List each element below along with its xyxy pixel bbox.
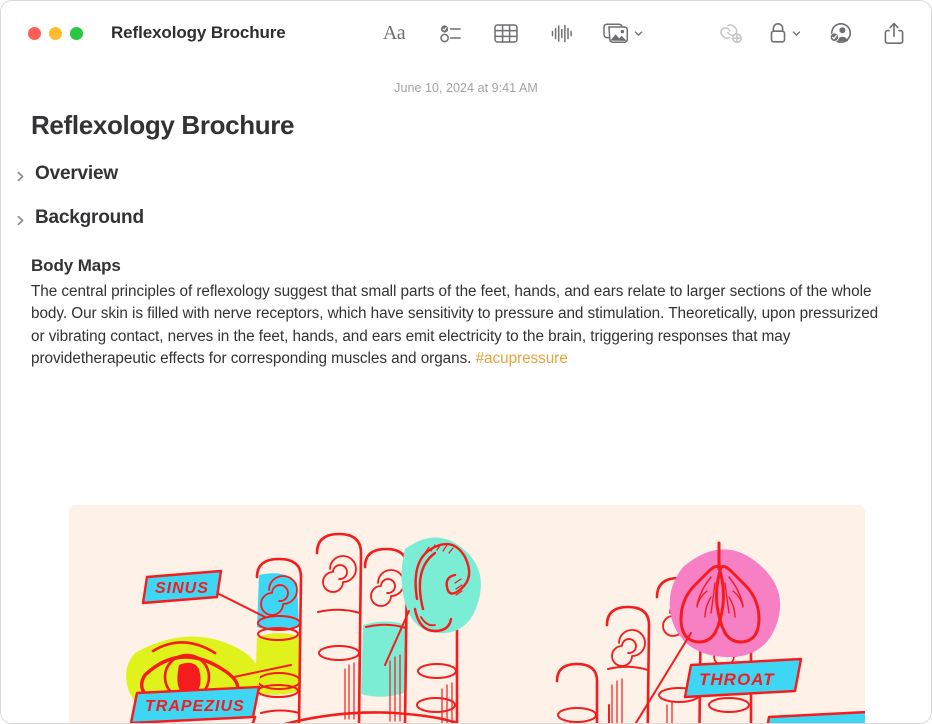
section-label: Overview [35, 163, 118, 184]
note-title: Reflexology Brochure [31, 110, 295, 140]
chevron-down-icon [634, 29, 643, 38]
body-maps-heading: Body Maps [31, 256, 121, 275]
checklist-icon [439, 24, 461, 43]
checklist-button[interactable] [435, 18, 465, 48]
collapsible-section-background[interactable]: Background [15, 207, 903, 229]
collapsible-section-overview[interactable]: Overview [15, 163, 903, 185]
lock-icon [769, 22, 787, 44]
format-button[interactable]: Aa [379, 18, 409, 48]
chevron-right-icon[interactable] [15, 213, 26, 225]
body-paragraph: The central principles of reflexology su… [31, 281, 881, 371]
chevron-right-icon[interactable] [15, 169, 26, 181]
note-date: June 10, 2024 at 9:41 AM [394, 81, 538, 95]
svg-text:SINUS: SINUS [155, 580, 209, 597]
add-link-button[interactable] [715, 18, 745, 48]
share-icon [884, 22, 904, 45]
hashtag-link[interactable]: #acupressure [476, 350, 568, 367]
note-content: June 10, 2024 at 9:41 AM Reflexology Bro… [1, 65, 931, 723]
hand-reflexology-image[interactable]: SINUS TRAPEZIUS THROAT PIT [69, 505, 865, 723]
body-text: The central principles of reflexology su… [31, 283, 879, 368]
link-add-icon [718, 22, 743, 44]
zoom-button[interactable] [70, 26, 83, 40]
share-button[interactable] [879, 18, 909, 48]
audio-waveform-icon [551, 23, 573, 44]
table-icon [494, 23, 518, 44]
section-label: Background [35, 207, 144, 228]
titlebar: Reflexology Brochure Aa [1, 1, 931, 65]
toolbar-right [715, 1, 909, 65]
chevron-down-icon [792, 29, 801, 38]
traffic-light-group [28, 26, 83, 40]
toolbar-center: Aa [379, 1, 643, 65]
collaborate-icon [828, 22, 853, 44]
record-audio-button[interactable] [547, 18, 577, 48]
label-sinus: SINUS [141, 569, 223, 605]
format-icon: Aa [382, 21, 406, 44]
minimize-button[interactable] [49, 26, 62, 40]
svg-text:THROAT: THROAT [699, 670, 775, 689]
media-icon [603, 22, 629, 44]
lock-note-button[interactable] [769, 18, 801, 48]
collaborate-button[interactable] [825, 18, 855, 48]
notes-window: Reflexology Brochure Aa June 10, 2024 at… [0, 0, 932, 724]
close-button[interactable] [28, 26, 41, 40]
table-button[interactable] [491, 18, 521, 48]
label-throat: THROAT [683, 657, 803, 699]
media-button[interactable] [603, 18, 643, 48]
window-title: Reflexology Brochure [111, 23, 286, 42]
label-trapezius: TRAPEZIUS [129, 685, 261, 723]
svg-text:TRAPEZIUS: TRAPEZIUS [145, 698, 245, 715]
